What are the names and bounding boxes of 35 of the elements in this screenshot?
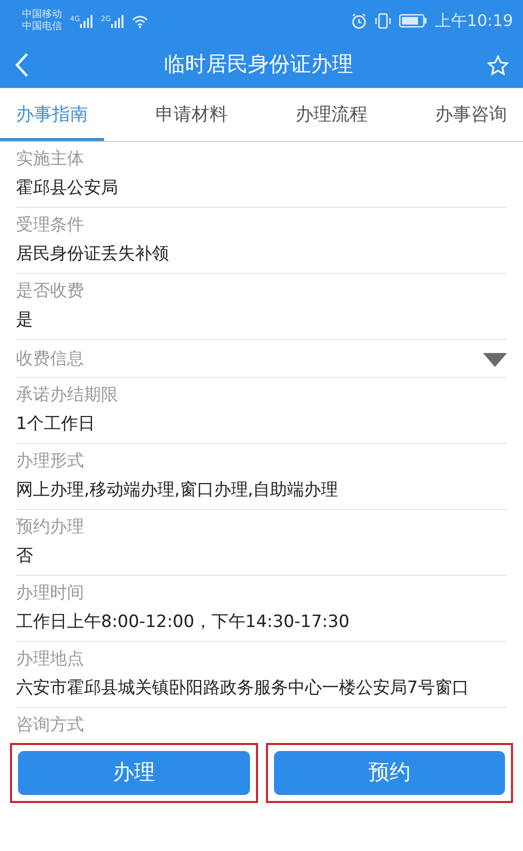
signal-icon [80,14,93,28]
field-label: 咨询方式 [16,714,85,737]
tab[interactable]: 申请材料 [140,88,244,141]
field-value: 网上办理,移动端办理,窗口办理,自助端办理 [16,479,340,502]
field-label: 收费信息 [16,348,84,370]
field-label: 办理形式 [16,450,85,473]
vibrate-icon [374,13,391,29]
field-value: 霍邱县公安局 [16,177,119,200]
wifi-icon [132,14,148,28]
field-value: 六安市霍邱县城关镇卧阳路政务服务中心一楼公安局7号窗口 [16,677,470,700]
dropdown-icon[interactable] [483,350,507,366]
tab[interactable]: 办事指南 [0,88,104,141]
tab[interactable]: 办理流程 [279,88,384,141]
field-value: 1个工作日 [16,413,96,436]
field-value: 工作日上午8:00-12:00，下午14:30-17:30 [16,611,350,634]
field-label: 办理时间 [16,582,85,605]
carrier-label: 中国电信 [22,21,62,33]
field-label: 受理条件 [16,214,85,237]
back-icon[interactable] [14,52,30,78]
field-label: 是否收费 [16,280,85,303]
status-time: 上午10:19 [434,10,513,32]
field-label: 预约办理 [16,516,85,539]
field-value: 否 [16,545,34,568]
carrier-label: 中国移动 [22,9,62,20]
field-value: 是 [16,309,34,332]
battery-icon [398,14,427,28]
field-label: 承诺办结期限 [16,384,119,407]
star-icon[interactable] [487,54,509,76]
alarm-icon [350,13,367,29]
field-label: 实施主体 [16,148,85,171]
signal-icon [110,14,124,28]
field-label: 办理地点 [16,648,85,671]
page-title: 临时居民身份证办理 [164,51,353,78]
tab[interactable]: 办事咨询 [418,88,523,141]
field-value: 居民身份证丢失补领 [16,243,170,266]
